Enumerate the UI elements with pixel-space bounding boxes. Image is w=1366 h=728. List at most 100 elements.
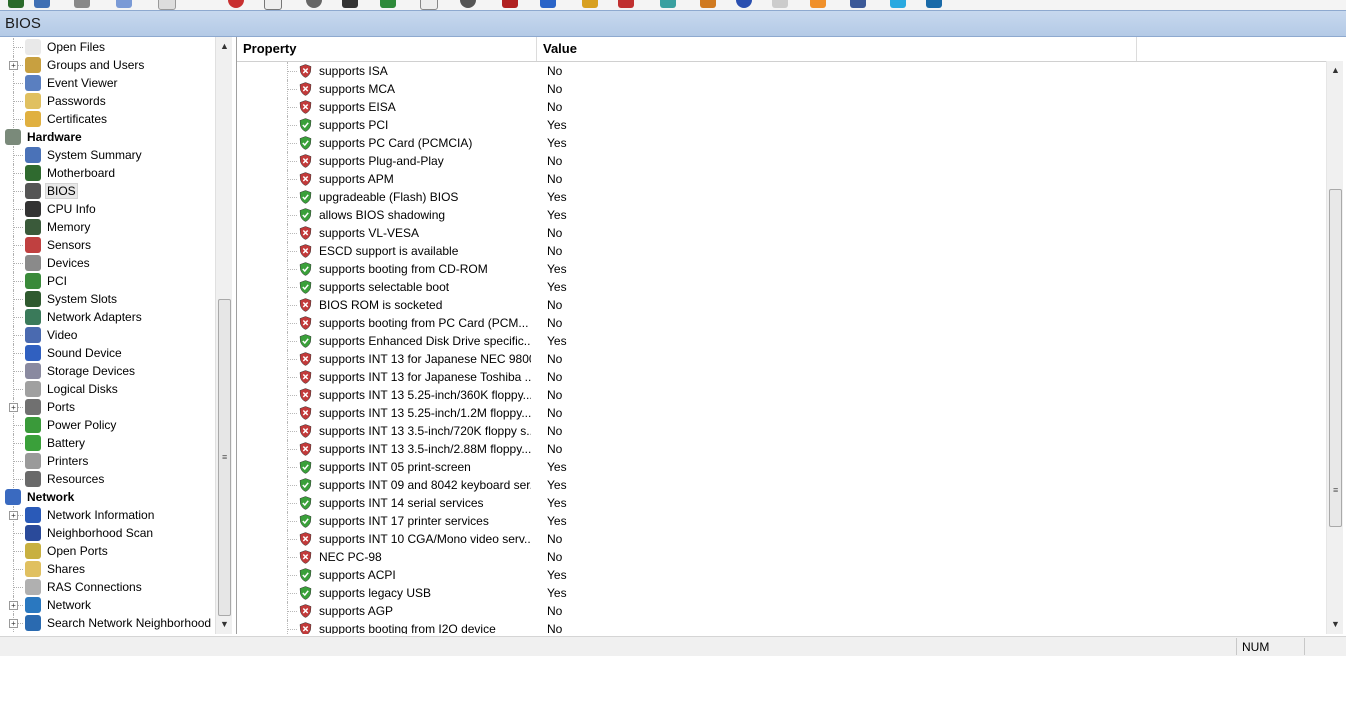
table-row[interactable]: supports INT 17 printer services Yes [237,512,1331,530]
expand-icon[interactable]: + [9,403,18,412]
tree-item-network-adapters[interactable]: Network Adapters [0,308,215,326]
table-row[interactable]: supports INT 13 for Japanese Toshiba ...… [237,368,1331,386]
tree-item-certificates[interactable]: Certificates [0,110,215,128]
scroll-down-arrow-icon[interactable]: ▼ [220,619,229,629]
tree-item-system-slots[interactable]: System Slots [0,290,215,308]
table-row[interactable]: ESCD support is available No [237,242,1331,260]
taskbar-icon[interactable] [810,0,826,8]
taskbar-icon[interactable] [34,0,50,8]
table-row[interactable]: supports INT 13 5.25-inch/360K floppy...… [237,386,1331,404]
tree-item-resources[interactable]: Resources [0,470,215,488]
tree-item-open-files[interactable]: Open Files [0,38,215,56]
tree-item-hardware[interactable]: Hardware [0,128,215,146]
expand-icon[interactable]: + [9,601,18,610]
taskbar-icon[interactable] [772,0,788,8]
tree-item-passwords[interactable]: Passwords [0,92,215,110]
tree-item-storage-devices[interactable]: Storage Devices [0,362,215,380]
table-row[interactable]: supports VL-VESA No [237,224,1331,242]
tree-item-network[interactable]: Network [0,488,215,506]
taskbar-icon[interactable] [306,0,322,8]
taskbar-icon[interactable] [420,0,438,10]
tree-item-logical-disks[interactable]: Logical Disks [0,380,215,398]
table-row[interactable]: supports INT 13 5.25-inch/1.2M floppy...… [237,404,1331,422]
taskbar-icon[interactable] [700,0,716,8]
tree-item-devices[interactable]: Devices [0,254,215,272]
table-row[interactable]: supports INT 13 for Japanese NEC 9800...… [237,350,1331,368]
tree-item-sound-device[interactable]: Sound Device [0,344,215,362]
tree-item-groups-and-users[interactable]: + Groups and Users [0,56,215,74]
table-row[interactable]: supports Enhanced Disk Drive specific...… [237,332,1331,350]
taskbar-icon[interactable] [618,0,634,8]
list-scrollbar-thumb[interactable]: ≡ [1329,189,1342,527]
table-row[interactable]: supports INT 10 CGA/Mono video serv... No [237,530,1331,548]
taskbar-icon[interactable] [502,0,518,8]
taskbar-icon[interactable] [342,0,358,8]
table-row[interactable]: supports legacy USB Yes [237,584,1331,602]
table-row[interactable]: supports INT 14 serial services Yes [237,494,1331,512]
tree-item-search-network-neighborhood[interactable]: + Search Network Neighborhood [0,614,215,632]
expand-icon[interactable]: + [9,511,18,520]
table-row[interactable]: supports INT 13 3.5-inch/720K floppy s..… [237,422,1331,440]
table-row[interactable]: supports booting from PC Card (PCM... No [237,314,1331,332]
scroll-down-arrow-icon[interactable]: ▼ [1331,619,1340,629]
table-row[interactable]: supports INT 05 print-screen Yes [237,458,1331,476]
table-row[interactable]: supports ISA No [237,62,1331,80]
taskbar-icon[interactable] [582,0,598,8]
expand-icon[interactable]: + [9,61,18,70]
tree-item-memory[interactable]: Memory [0,218,215,236]
table-row[interactable]: BIOS ROM is socketed No [237,296,1331,314]
tree-item-ras-connections[interactable]: RAS Connections [0,578,215,596]
scroll-up-arrow-icon[interactable]: ▲ [1331,65,1340,75]
taskbar-icon[interactable] [116,0,132,8]
taskbar-icon[interactable] [228,0,244,8]
table-row[interactable]: supports ACPI Yes [237,566,1331,584]
tree-item-sensors[interactable]: Sensors [0,236,215,254]
taskbar-icon[interactable] [926,0,942,8]
tree-item-battery[interactable]: Battery [0,434,215,452]
tree-item-network-information[interactable]: + Network Information [0,506,215,524]
tree-item-cpu-info[interactable]: CPU Info [0,200,215,218]
tree-item-motherboard[interactable]: Motherboard [0,164,215,182]
column-header-value[interactable]: Value [537,37,1137,61]
tree-item-open-ports[interactable]: Open Ports [0,542,215,560]
table-row[interactable]: upgradeable (Flash) BIOS Yes [237,188,1331,206]
table-row[interactable]: supports AGP No [237,602,1331,620]
list-scrollbar[interactable]: ▲ ≡ ▼ [1326,61,1343,634]
table-row[interactable]: supports APM No [237,170,1331,188]
taskbar-icon[interactable] [850,0,866,8]
tree-item-event-viewer[interactable]: Event Viewer [0,74,215,92]
expand-icon[interactable]: + [9,619,18,628]
tree-item-power-policy[interactable]: Power Policy [0,416,215,434]
taskbar-icon[interactable] [380,0,396,8]
table-row[interactable]: allows BIOS shadowing Yes [237,206,1331,224]
tree-item-pci[interactable]: PCI [0,272,215,290]
tree-scrollbar[interactable]: ▲ ≡ ▼ [215,37,232,634]
tree-item-printers[interactable]: Printers [0,452,215,470]
taskbar-icon[interactable] [890,0,906,8]
tree-item-network[interactable]: + Network [0,596,215,614]
taskbar-icon[interactable] [8,0,24,8]
tree-item-neighborhood-scan[interactable]: Neighborhood Scan [0,524,215,542]
table-row[interactable]: supports EISA No [237,98,1331,116]
table-row[interactable]: supports selectable boot Yes [237,278,1331,296]
table-row[interactable]: NEC PC-98 No [237,548,1331,566]
table-row[interactable]: supports INT 09 and 8042 keyboard ser...… [237,476,1331,494]
table-row[interactable]: supports booting from CD-ROM Yes [237,260,1331,278]
table-row[interactable]: supports Plug-and-Play No [237,152,1331,170]
table-row[interactable]: supports booting from I2O device No [237,620,1331,634]
table-row[interactable]: supports PCI Yes [237,116,1331,134]
table-row[interactable]: supports INT 13 3.5-inch/2.88M floppy...… [237,440,1331,458]
taskbar-icon[interactable] [736,0,752,8]
taskbar-icon[interactable] [74,0,90,8]
column-header-property[interactable]: Property [237,37,537,61]
tree-item-system-summary[interactable]: System Summary [0,146,215,164]
tree-item-bios[interactable]: BIOS [0,182,215,200]
table-row[interactable]: supports PC Card (PCMCIA) Yes [237,134,1331,152]
taskbar-icon[interactable] [540,0,556,8]
table-row[interactable]: supports MCA No [237,80,1331,98]
taskbar-icon[interactable] [264,0,282,10]
tree-item-video[interactable]: Video [0,326,215,344]
taskbar-icon[interactable] [660,0,676,8]
tree-item-shares[interactable]: Shares [0,560,215,578]
scroll-up-arrow-icon[interactable]: ▲ [220,41,229,51]
